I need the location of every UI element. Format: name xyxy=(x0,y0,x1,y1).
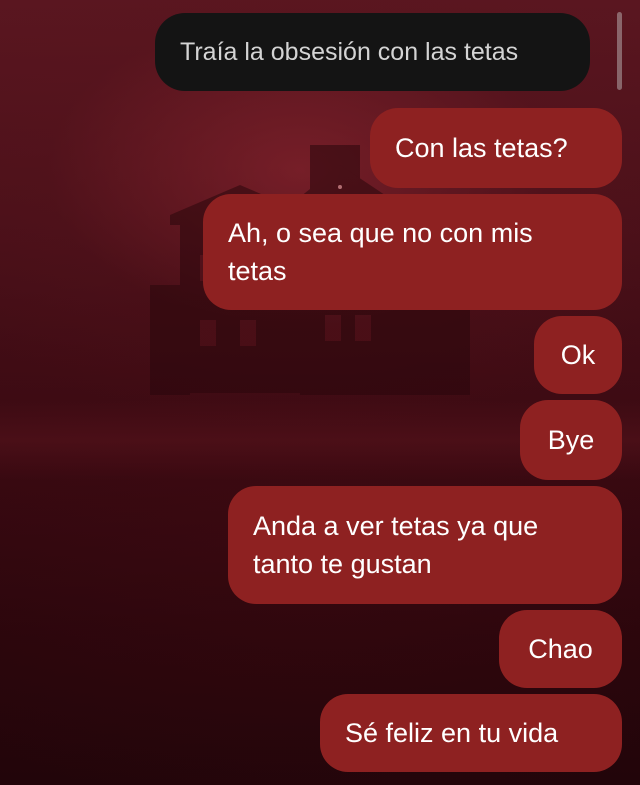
message-text: Sé feliz en tu vida xyxy=(345,718,559,748)
message-text: Ok xyxy=(560,340,596,370)
incoming-message-bubble[interactable]: Traía la obsesión con las tetas xyxy=(155,13,590,91)
message-text: Con las tetas? xyxy=(395,133,568,163)
outgoing-message-bubble[interactable]: Con las tetas? xyxy=(370,108,622,188)
outgoing-message-bubble[interactable]: Bye xyxy=(520,400,622,480)
message-text: Traía la obsesión con las tetas xyxy=(180,38,519,66)
outgoing-message-bubble[interactable]: Chao xyxy=(499,610,622,688)
message-list: Traía la obsesión con las tetas Con las … xyxy=(0,0,640,785)
message-text: Bye xyxy=(547,425,595,455)
outgoing-message-bubble[interactable]: Ah, o sea que no con mis tetas xyxy=(203,194,622,310)
outgoing-message-bubble[interactable]: Sé feliz en tu vida xyxy=(320,694,622,772)
outgoing-message-bubble[interactable]: Anda a ver tetas ya que tanto te gustan xyxy=(228,486,622,604)
message-text: Anda a ver tetas ya que tanto te gustan xyxy=(253,511,546,579)
message-text: Chao xyxy=(528,634,593,664)
outgoing-message-bubble[interactable]: Ok xyxy=(534,316,622,394)
message-text: Ah, o sea que no con mis tetas xyxy=(228,218,541,286)
